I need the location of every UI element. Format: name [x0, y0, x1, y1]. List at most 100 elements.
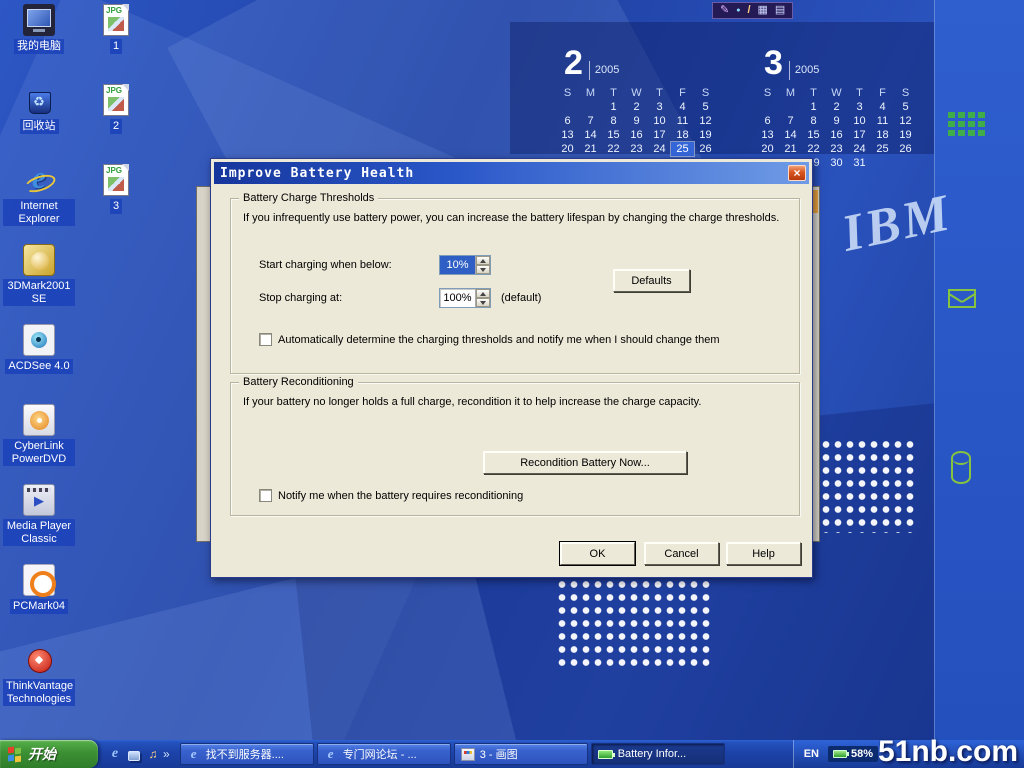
notify-reconditioning-checkbox-row[interactable]: Notify me when the battery requires reco… [259, 489, 523, 502]
calendar-cell: 7 [579, 114, 602, 128]
defaults-button[interactable]: Defaults [613, 269, 690, 292]
calendar-cell [894, 156, 917, 170]
desktop-icon[interactable]: ACDSee 4.0 [2, 324, 76, 404]
desktop-icon-label: 我的电脑 [14, 39, 64, 54]
calendar-cell: 16 [825, 128, 848, 142]
task-icon [324, 748, 338, 761]
start-threshold-spinner[interactable]: 10% [439, 255, 491, 275]
quick-launch-icon[interactable] [107, 746, 123, 762]
calendar-cell: 3 [848, 100, 871, 114]
calendar-cell: 10 [848, 114, 871, 128]
desktop: IBM 2 2005 SMTWTFS1234567891011121314151… [0, 0, 1024, 740]
task-label: 专门网论坛 - ... [343, 746, 417, 762]
taskbar-task-button[interactable]: 专门网论坛 - ... [317, 743, 451, 765]
calendar-cell: 23 [625, 142, 648, 156]
stop-threshold-value[interactable]: 100% [440, 289, 475, 307]
quick-launch-overflow-chevron[interactable]: » [163, 747, 174, 761]
dot-pattern [556, 578, 712, 666]
calendar-cell: 31 [848, 156, 871, 170]
spin-down-button[interactable] [476, 265, 490, 274]
start-button[interactable]: 开始 [0, 740, 98, 768]
calendar-cell: 8 [602, 114, 625, 128]
calendar-day-header: M [779, 86, 802, 100]
dialog-title-bar[interactable]: Improve Battery Health [214, 162, 809, 184]
calendar-cell: 10 [648, 114, 671, 128]
desktop-icon-art: JPG [103, 4, 129, 36]
desktop-icon[interactable]: 我的电脑 [2, 4, 76, 84]
quick-launch-icon[interactable] [145, 746, 161, 762]
battery-charge-thresholds-group: Battery Charge Thresholds If you infrequ… [230, 198, 800, 374]
toolbar-icon[interactable] [747, 3, 750, 18]
group-legend: Battery Reconditioning [239, 376, 358, 388]
desktop-mini-toolbar [712, 2, 793, 19]
desktop-icon-art [23, 324, 55, 356]
windows-logo-icon [8, 747, 23, 762]
dot-pattern [820, 438, 918, 533]
desktop-icon[interactable]: 3DMark2001 SE [2, 244, 76, 324]
toolbar-icon[interactable] [758, 3, 768, 18]
calendar-cell: 18 [871, 128, 894, 142]
toolbar-icon[interactable] [775, 3, 785, 18]
calendar-cell: 2 [625, 100, 648, 114]
desktop-icon-label: ThinkVantage Technologies [3, 679, 75, 706]
cancel-button[interactable]: Cancel [644, 542, 719, 565]
desktop-icon[interactable]: JPG 3 [80, 164, 152, 244]
calendar-cell: 26 [694, 142, 717, 156]
group-legend: Battery Charge Thresholds [239, 192, 378, 204]
calendar-cell: 25 [871, 142, 894, 156]
close-icon[interactable] [788, 165, 806, 181]
taskbar-task-button[interactable]: 找不到服务器.... [180, 743, 314, 765]
calendar-cell: 12 [894, 114, 917, 128]
ok-button[interactable]: OK [560, 542, 635, 565]
spin-up-button[interactable] [476, 289, 490, 298]
desktop-icon[interactable]: Media Player Classic [2, 484, 76, 564]
calendar-cell: 6 [756, 114, 779, 128]
toolbar-icon[interactable] [736, 3, 740, 19]
desktop-icon-art [23, 84, 55, 116]
improve-battery-health-dialog: Improve Battery Health Battery Charge Th… [210, 158, 813, 578]
checkbox-label[interactable]: Automatically determine the charging thr… [278, 334, 719, 346]
file-type-badge: JPG [106, 6, 122, 15]
calendar-cell: 16 [625, 128, 648, 142]
calendar-cell [779, 100, 802, 114]
desktop-icon[interactable]: Internet Explorer [2, 164, 76, 244]
calendar-cell [756, 100, 779, 114]
toolbar-icon[interactable] [720, 3, 729, 18]
battery-icon [833, 750, 847, 758]
desktop-icon-column-2: JPG 1 JPG 2 JPG 3 [80, 4, 152, 244]
spin-down-button[interactable] [476, 298, 490, 307]
auto-thresholds-checkbox-row[interactable]: Automatically determine the charging thr… [259, 333, 719, 346]
calendar-cell: 7 [779, 114, 802, 128]
taskbar-task-button[interactable]: Battery Infor... [591, 743, 725, 765]
calendar-cell: 21 [579, 142, 602, 156]
calendar-header: 2 2005 [564, 46, 722, 80]
checkbox[interactable] [259, 489, 272, 502]
calendar-cell: 15 [602, 128, 625, 142]
recondition-battery-button[interactable]: Recondition Battery Now... [483, 451, 687, 474]
calendar-day-header: T [802, 86, 825, 100]
language-indicator[interactable]: EN [804, 748, 819, 760]
spin-up-button[interactable] [476, 256, 490, 265]
battery-percent: 58% [851, 748, 873, 760]
desktop-icon[interactable]: CyberLink PowerDVD [2, 404, 76, 484]
start-threshold-value[interactable]: 10% [440, 256, 475, 274]
desktop-icon-label: 3 [110, 199, 122, 214]
spinner-buttons [475, 289, 490, 307]
calendar-cell: 19 [694, 128, 717, 142]
help-button[interactable]: Help [726, 542, 801, 565]
wallpaper-right-column [934, 0, 1024, 740]
stop-threshold-spinner[interactable]: 100% [439, 288, 491, 308]
checkbox-label[interactable]: Notify me when the battery requires reco… [278, 490, 523, 502]
calendar-cell: 24 [648, 142, 671, 156]
dialog-title: Improve Battery Health [220, 166, 414, 181]
quick-launch-icon[interactable] [128, 751, 140, 761]
calendar-cell: 19 [894, 128, 917, 142]
checkbox[interactable] [259, 333, 272, 346]
desktop-icon[interactable]: JPG 1 [80, 4, 152, 84]
battery-indicator[interactable]: 58% [828, 746, 878, 762]
desktop-icon[interactable]: 回收站 [2, 84, 76, 164]
desktop-icon[interactable]: ThinkVantage Technologies [2, 644, 76, 724]
desktop-icon[interactable]: JPG 2 [80, 84, 152, 164]
desktop-icon[interactable]: PCMark04 [2, 564, 76, 644]
taskbar-task-button[interactable]: 3 - 画图 [454, 743, 588, 765]
